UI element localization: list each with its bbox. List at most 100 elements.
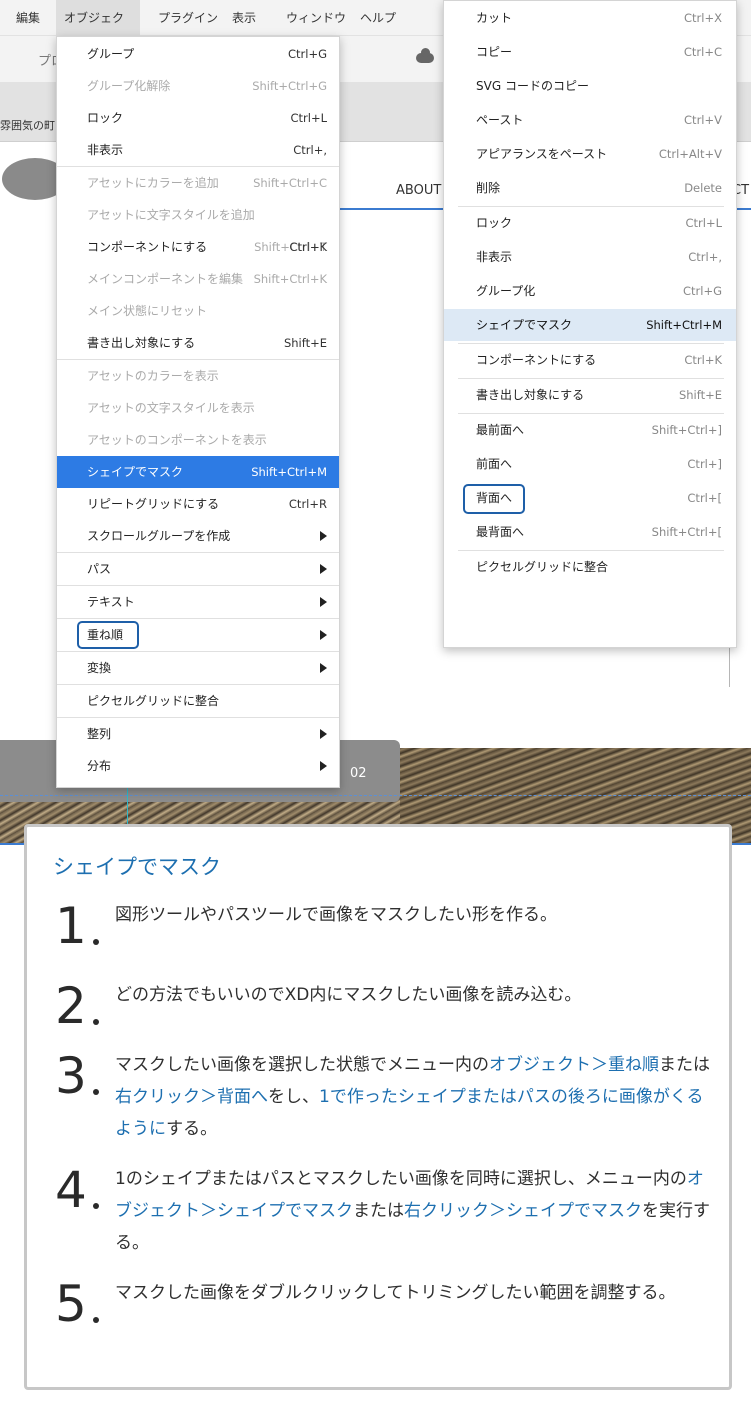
menu-item[interactable]: スクロールグループを作成 [57, 520, 339, 552]
step-text-part: 図形ツールやパスツールで画像をマスクしたい形を作る。 [115, 905, 557, 925]
menu-help[interactable]: ヘルプ [352, 0, 404, 36]
menu-item[interactable]: コンポーネントにする Ctrl+K [444, 344, 736, 376]
highlight-ring [77, 621, 139, 649]
menu-item-shortcut: Ctrl+L [685, 216, 722, 230]
menu-item-shortcut: Shift+Ctrl+M [646, 318, 722, 332]
step-number: 2 [55, 977, 87, 1035]
submenu-arrow-icon [320, 564, 327, 574]
menu-item-shortcut: Ctrl+K [289, 240, 327, 254]
submenu-arrow-icon [320, 729, 327, 739]
menu-item[interactable]: 整列 [57, 718, 339, 750]
menu-item: メインコンポーネントを編集 Shift+Ctrl+K [57, 263, 339, 295]
menu-item-label: カット [476, 11, 513, 25]
step-text: マスクした画像をダブルクリックしてトリミングしたい範囲を調整する。 [115, 1277, 711, 1309]
menu-item[interactable]: 前面へ Ctrl+] [444, 448, 736, 480]
menu-item-label: アピアランスをペースト [476, 147, 608, 161]
menu-item[interactable]: アピアランスをペースト Ctrl+Alt+V [444, 138, 736, 170]
menu-item[interactable]: コンポーネントにする Ctrl+K [57, 231, 339, 263]
menu-item[interactable]: 最前面へ Shift+Ctrl+] [444, 414, 736, 446]
menu-item[interactable]: 非表示 Ctrl+, [57, 134, 339, 166]
menu-item-label: 最前面へ [476, 423, 525, 437]
menu-plugins[interactable]: プラグイン [150, 0, 226, 36]
menu-item[interactable]: ロック Ctrl+L [57, 102, 339, 134]
menu-item-label: 整列 [87, 727, 112, 741]
step-dot [93, 1203, 99, 1209]
menu-item[interactable]: テキスト [57, 586, 339, 618]
menu-item-label: グループ化 [476, 284, 536, 298]
menu-item-label: リピートグリッドにする [87, 497, 220, 511]
menu-item[interactable]: ペースト Ctrl+V [444, 104, 736, 136]
step-text-part: 右クリック＞シェイプでマスク [404, 1201, 642, 1221]
menu-item: アセットの文字スタイルを表示 [57, 392, 339, 424]
menu-item[interactable]: ロック Ctrl+L [444, 207, 736, 239]
menu-item-shortcut: Ctrl+C [683, 45, 722, 59]
menu-item[interactable]: リピートグリッドにする Ctrl+R [57, 488, 339, 520]
menu-item[interactable]: 最背面へ Shift+Ctrl+[ [444, 516, 736, 548]
step-dot [93, 1089, 99, 1095]
menu-item-label: アセットにカラーを追加 [87, 176, 219, 190]
menu-item-label: ペースト [476, 113, 524, 127]
menu-view[interactable]: 表示 [224, 0, 264, 36]
menu-item-label: ロック [476, 216, 513, 230]
menu-item-shortcut: Ctrl+X [684, 11, 722, 25]
step-text-part: マスクした画像をダブルクリックしてトリミングしたい範囲を調整する。 [115, 1283, 676, 1303]
menu-item[interactable]: シェイプでマスク Shift+Ctrl+M [444, 309, 736, 341]
menu-item-label: シェイプでマスク [87, 465, 184, 479]
highlight-ring [463, 484, 525, 514]
menu-item-shortcut: Ctrl+V [684, 113, 722, 127]
menu-item-label: スクロールグループを作成 [87, 529, 231, 543]
step-text-part: または [659, 1055, 710, 1075]
menu-item[interactable]: カット Ctrl+X [444, 2, 736, 34]
menu-item[interactable]: 分布 [57, 750, 339, 782]
step-text-part: または [353, 1201, 404, 1221]
submenu-arrow-icon [320, 761, 327, 771]
menu-item-label: メイン状態にリセット [87, 304, 208, 318]
context-menu: カット Ctrl+X コピー Ctrl+C SVG コードのコピーペースト Ctrl+V ア… [443, 0, 737, 648]
menu-item: メイン状態にリセット [57, 295, 339, 327]
submenu-arrow-icon [320, 531, 327, 541]
menu-item-shortcut: Ctrl+] [687, 457, 722, 471]
menu-item-shortcut: Shift+Ctrl+M [251, 465, 327, 479]
menu-item[interactable]: グループ化 Ctrl+G [444, 275, 736, 307]
menu-window[interactable]: ウィンドウ [278, 0, 354, 36]
menu-item-shortcut: Ctrl+L [290, 111, 327, 125]
nav-about-text: ABOUT [396, 183, 442, 198]
menu-item[interactable]: ピクセルグリッドに整合 [57, 685, 339, 717]
menu-item-shortcut: Shift+E [678, 388, 722, 402]
menu-item-label: グループ [87, 47, 135, 61]
menu-item-label: テキスト [87, 595, 135, 609]
menu-item[interactable]: ピクセルグリッドに整合 [444, 551, 736, 583]
menu-edit[interactable]: 編集 [8, 0, 48, 36]
menu-item[interactable]: コピー Ctrl+C [444, 36, 736, 68]
menu-item-shortcut: Ctrl+, [688, 250, 722, 264]
step-text-part: する。 [166, 1119, 218, 1139]
menu-item-shortcut: Delete [684, 181, 722, 195]
menu-item: アセットのカラーを表示 [57, 360, 339, 392]
menu-item[interactable]: 変換 [57, 652, 339, 684]
step-text-part: 1のシェイプまたはパスとマスクしたい画像を同時に選択し、メニュー内の [115, 1169, 687, 1189]
step-dot [93, 1317, 99, 1323]
menu-item-shortcut: Ctrl+R [288, 497, 327, 511]
step-text-part: マスクしたい画像を選択した状態でメニュー内の [115, 1055, 489, 1075]
menu-item-label: パス [87, 562, 112, 576]
menu-item[interactable]: SVG コードのコピー [444, 70, 736, 102]
step-text-part: 右クリック＞背面へ [115, 1087, 268, 1107]
menu-item-label: メインコンポーネントを編集 [87, 272, 244, 286]
menu-item[interactable]: 削除 Delete [444, 172, 736, 204]
menu-item[interactable]: パス [57, 553, 339, 585]
menu-item-label: コンポーネントにする [476, 353, 597, 367]
submenu-arrow-icon [320, 663, 327, 673]
menu-item[interactable]: 書き出し対象にする Shift+E [57, 327, 339, 359]
step-text: マスクしたい画像を選択した状態でメニュー内のオブジェクト＞重ね順または右クリック… [115, 1049, 711, 1145]
menu-item-shortcut: Shift+Ctrl+K [253, 272, 327, 286]
menu-item-label: ピクセルグリッドに整合 [476, 560, 609, 574]
menu-item-shortcut: Ctrl+K [684, 353, 722, 367]
menu-item[interactable]: シェイプでマスク Shift+Ctrl+M [57, 456, 339, 488]
menu-item[interactable]: 書き出し対象にする Shift+E [444, 379, 736, 411]
cloud-icon[interactable] [416, 48, 434, 63]
step-text: 図形ツールやパスツールで画像をマスクしたい形を作る。 [115, 899, 711, 931]
menu-item[interactable]: グループ Ctrl+G [57, 38, 339, 70]
menu-object[interactable]: オブジェクト [56, 0, 140, 61]
menu-item-label: アセットのコンポーネントを表示 [87, 433, 267, 447]
menu-item[interactable]: 非表示 Ctrl+, [444, 241, 736, 273]
